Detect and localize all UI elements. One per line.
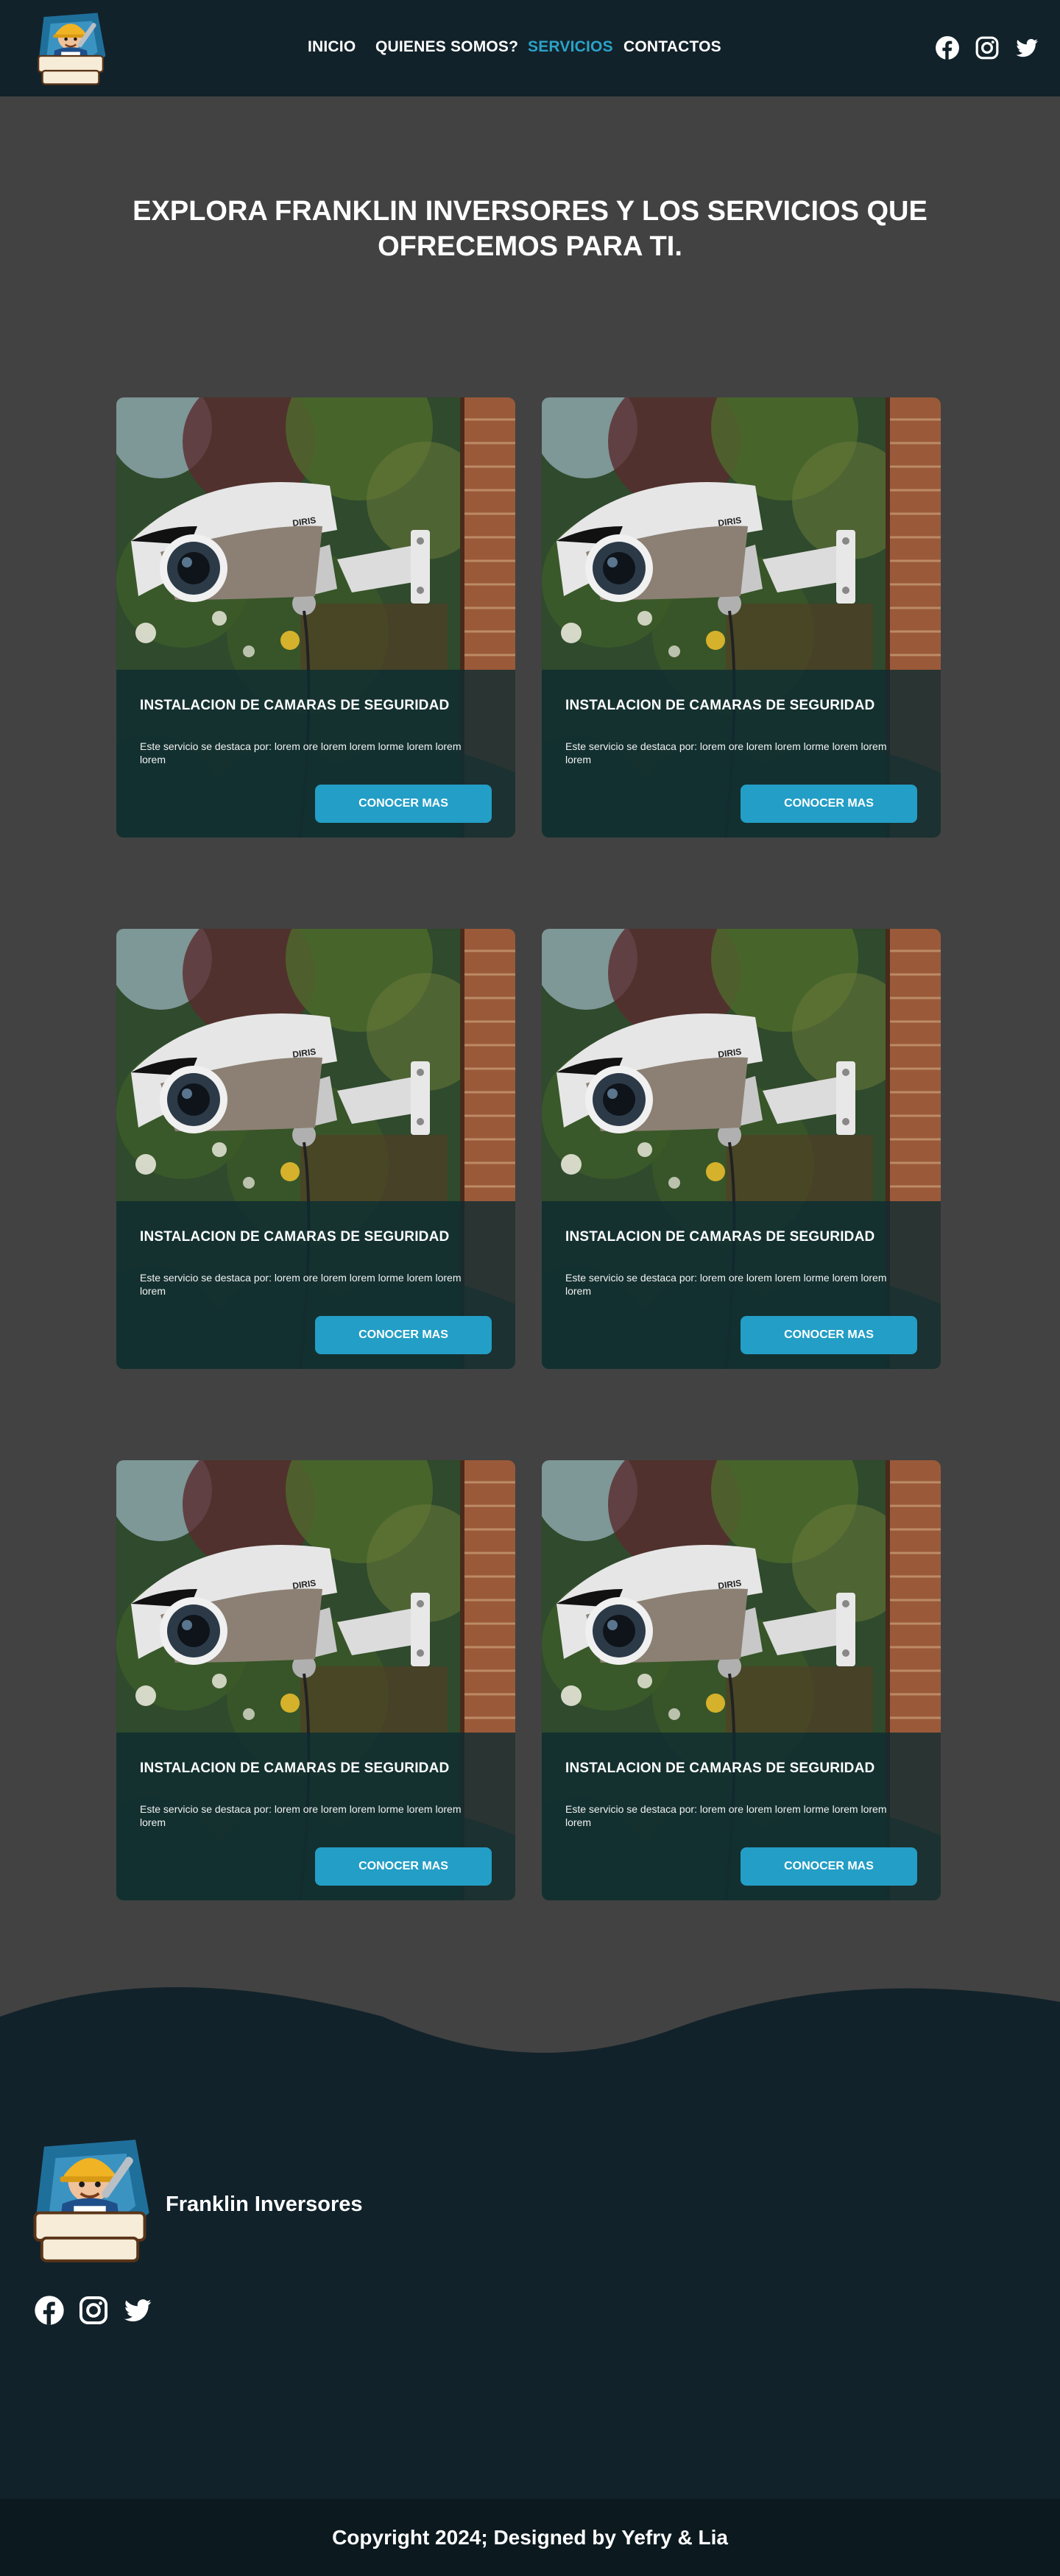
card-title: INSTALACION DE CAMARAS DE SEGURIDAD — [565, 1229, 875, 1245]
copyright-bar: Copyright 2024; Designed by Yefry & Lia — [0, 2499, 1060, 2576]
card-description: Este servicio se destaca por: lorem ore … — [565, 1272, 887, 1297]
header-social-links — [935, 35, 1039, 61]
card-title: INSTALACION DE CAMARAS DE SEGURIDAD — [565, 698, 875, 713]
conocer-mas-button[interactable]: CONOCER MAS — [315, 785, 492, 823]
card-description: Este servicio se destaca por: lorem ore … — [565, 740, 887, 765]
nav-item-contactos[interactable]: CONTACTOS — [623, 38, 721, 56]
service-card: INSTALACION DE CAMARAS DE SEGURIDAD Este… — [116, 929, 515, 1369]
site-header: INICIO QUIENES SOMOS? SERVICIOS CONTACTO… — [0, 0, 1060, 96]
card-title: INSTALACION DE CAMARAS DE SEGURIDAD — [140, 698, 450, 713]
service-card: INSTALACION DE CAMARAS DE SEGURIDAD Este… — [542, 397, 941, 838]
service-card: INSTALACION DE CAMARAS DE SEGURIDAD Este… — [116, 397, 515, 838]
twitter-icon[interactable] — [1014, 35, 1039, 60]
footer-brand-logo[interactable] — [21, 2133, 159, 2265]
card-title: INSTALACION DE CAMARAS DE SEGURIDAD — [140, 1229, 450, 1245]
nav-item-inicio[interactable]: INICIO — [308, 38, 356, 56]
main-nav: INICIO QUIENES SOMOS? SERVICIOS CONTACTO… — [0, 38, 1060, 60]
twitter-icon[interactable] — [122, 2295, 153, 2326]
card-description: Este servicio se destaca por: lorem ore … — [565, 1803, 887, 1828]
card-description: Este servicio se destaca por: lorem ore … — [140, 1803, 462, 1828]
card-description: Este servicio se destaca por: lorem ore … — [140, 740, 462, 765]
card-description: Este servicio se destaca por: lorem ore … — [140, 1272, 462, 1297]
footer-brand-name: Franklin Inversores — [166, 2193, 363, 2216]
copyright-text: Copyright 2024; Designed by Yefry & Lia — [332, 2525, 728, 2549]
facebook-icon[interactable] — [935, 35, 960, 60]
instagram-icon[interactable] — [975, 35, 1000, 60]
service-card: INSTALACION DE CAMARAS DE SEGURIDAD Este… — [542, 929, 941, 1369]
card-title: INSTALACION DE CAMARAS DE SEGURIDAD — [565, 1761, 875, 1776]
footer-social-links — [34, 2295, 153, 2326]
nav-item-servicios[interactable]: SERVICIOS — [528, 38, 613, 56]
nav-item-quienes-somos[interactable]: QUIENES SOMOS? — [375, 38, 518, 56]
footer-wave — [0, 1987, 1060, 2502]
instagram-icon[interactable] — [78, 2295, 109, 2326]
page-title: EXPLORA FRANKLIN INVERSORES Y LOS SERVIC… — [132, 196, 928, 262]
service-card: INSTALACION DE CAMARAS DE SEGURIDAD Este… — [116, 1460, 515, 1900]
conocer-mas-button[interactable]: CONOCER MAS — [741, 785, 917, 823]
service-card: INSTALACION DE CAMARAS DE SEGURIDAD Este… — [542, 1460, 941, 1900]
conocer-mas-button[interactable]: CONOCER MAS — [315, 1316, 492, 1354]
card-title: INSTALACION DE CAMARAS DE SEGURIDAD — [140, 1761, 450, 1776]
facebook-icon[interactable] — [34, 2295, 65, 2326]
conocer-mas-button[interactable]: CONOCER MAS — [741, 1316, 917, 1354]
conocer-mas-button[interactable]: CONOCER MAS — [741, 1847, 917, 1886]
conocer-mas-button[interactable]: CONOCER MAS — [315, 1847, 492, 1886]
